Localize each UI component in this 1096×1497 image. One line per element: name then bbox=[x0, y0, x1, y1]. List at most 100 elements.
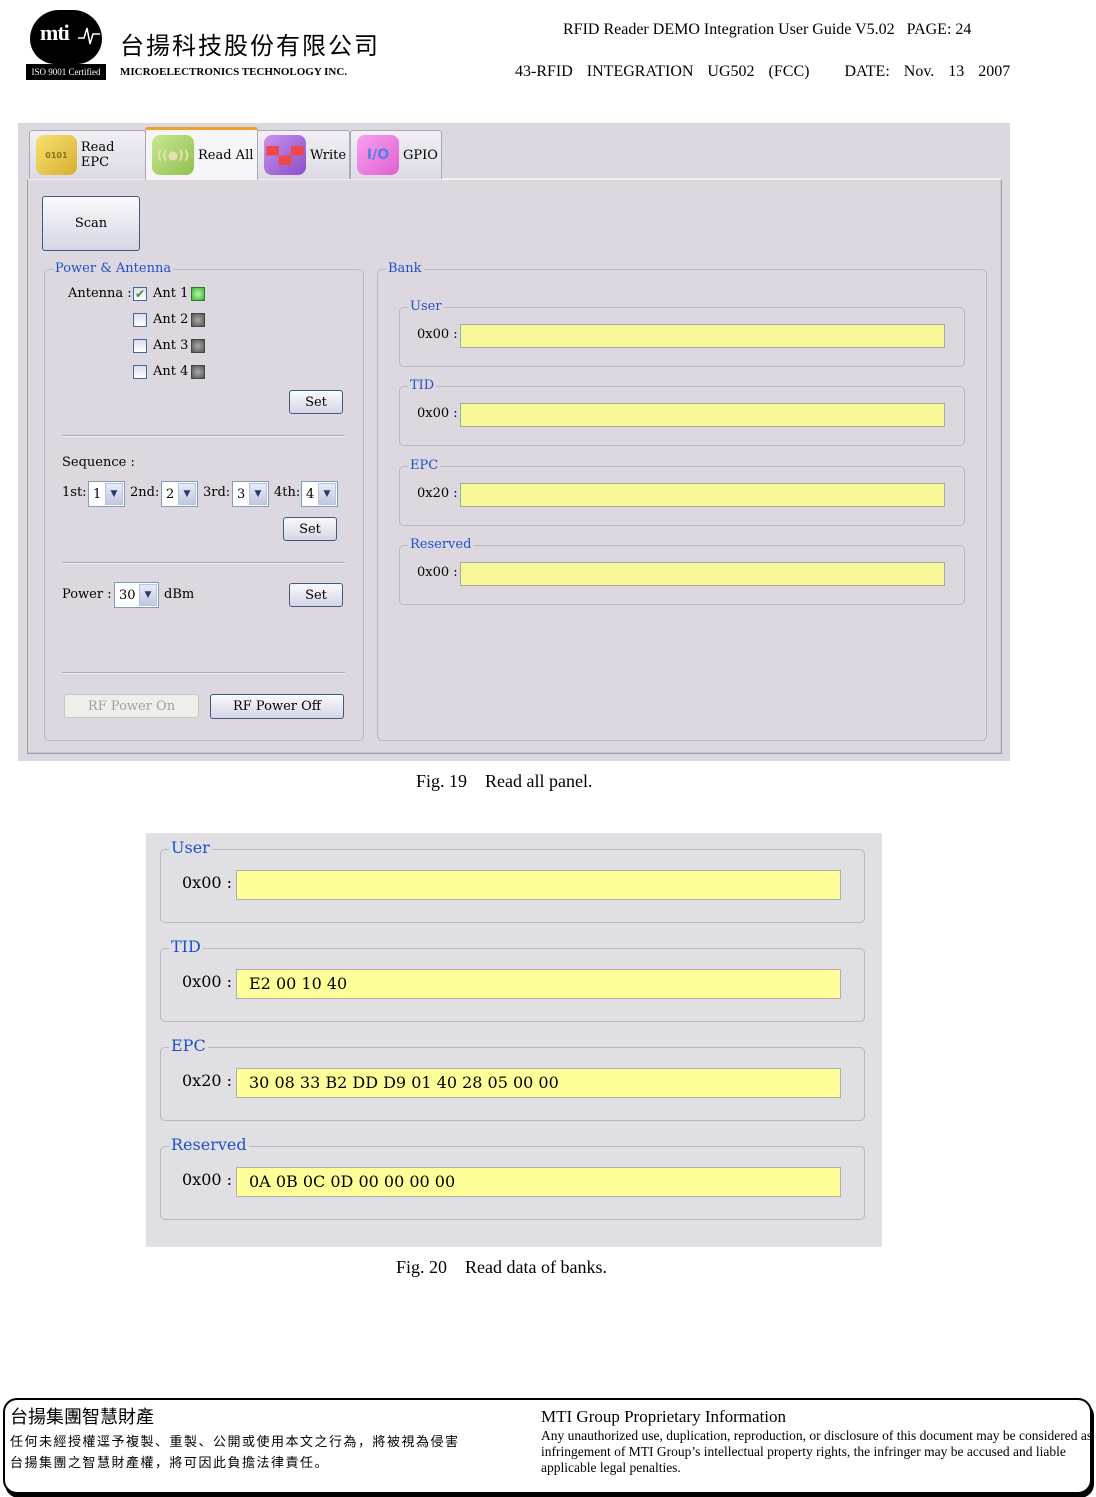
footer-cn-line1: 任何未經授權逕予複製、重製、公開或使用本文之行為，將被視為侵害 bbox=[10, 1435, 460, 1450]
antenna-label: Antenna : bbox=[68, 286, 132, 301]
seq-4th-label: 4th: bbox=[274, 485, 301, 500]
ant3-label: Ant 3 bbox=[153, 338, 189, 353]
company-name-cn: 台揚科技股份有限公司 bbox=[120, 32, 380, 60]
select-value: 4 bbox=[306, 486, 315, 502]
select-value: 30 bbox=[119, 587, 136, 603]
footer-cn-line2: 台揚集團之智慧財產權，將可因此負擔法律責任。 bbox=[10, 1456, 330, 1471]
tab-read-all[interactable]: ((●)) Read All bbox=[145, 127, 258, 180]
bank-tid-field[interactable] bbox=[460, 403, 945, 427]
divider bbox=[62, 435, 345, 437]
ant3-status-led-icon bbox=[191, 339, 205, 353]
bank-epc-addr: 0x20 : bbox=[182, 1071, 233, 1090]
bank-user-addr: 0x00 : bbox=[417, 327, 458, 342]
tab-label: GPIO bbox=[403, 147, 438, 163]
ant2-status-led-icon bbox=[191, 313, 205, 327]
divider bbox=[62, 562, 345, 564]
bank-epc-addr: 0x20 : bbox=[417, 486, 458, 501]
seq-1st-label: 1st: bbox=[62, 485, 87, 500]
sequence-set-button[interactable]: Set bbox=[283, 517, 337, 541]
seq-3rd-select[interactable]: 3 ▼ bbox=[232, 481, 269, 507]
footer-en-title: MTI Group Proprietary Information bbox=[541, 1407, 787, 1426]
bank-user-title: User bbox=[169, 838, 212, 857]
seq-4th-select[interactable]: 4 ▼ bbox=[301, 481, 338, 507]
write-device-icon: ▀▄▀ bbox=[264, 135, 306, 175]
bank-epc-title: EPC bbox=[169, 1036, 208, 1055]
chevron-down-icon[interactable]: ▼ bbox=[105, 483, 123, 505]
fig19-caption: Fig. 19 Read all panel. bbox=[416, 771, 593, 791]
ant1-status-led-icon bbox=[191, 287, 205, 301]
bank-reserved-title: Reserved bbox=[408, 537, 474, 552]
bank-title: Bank bbox=[386, 261, 424, 276]
power-select[interactable]: 30 ▼ bbox=[114, 582, 159, 608]
seq-3rd-label: 3rd: bbox=[203, 485, 231, 500]
chevron-down-icon[interactable]: ▼ bbox=[178, 483, 196, 505]
scan-button[interactable]: Scan bbox=[42, 196, 140, 251]
ant1-label: Ant 1 bbox=[153, 286, 189, 301]
bank-reserved-field[interactable] bbox=[460, 562, 945, 586]
bank-epc-title: EPC bbox=[408, 458, 441, 473]
select-value: 2 bbox=[166, 486, 175, 502]
bank-user-addr: 0x00 : bbox=[182, 873, 233, 892]
doc-code-line: 43-RFID INTEGRATION UG502 (FCC) DATE: No… bbox=[515, 63, 1010, 81]
bank-tid-title: TID bbox=[408, 378, 437, 393]
iso-badge: ISO 9001 Certified bbox=[26, 64, 106, 80]
doc-title: RFID Reader DEMO Integration User Guide … bbox=[563, 21, 895, 38]
rf-power-on-button[interactable]: RF Power On bbox=[64, 694, 199, 718]
company-name-en: MICROELECTRONICS TECHNOLOGY INC. bbox=[120, 66, 348, 78]
tab-label: Read All bbox=[198, 147, 254, 163]
bank-tid-addr: 0x00 : bbox=[417, 406, 458, 421]
bank-reserved-title: Reserved bbox=[169, 1135, 249, 1154]
bank-user-title: User bbox=[408, 299, 444, 314]
io-icon: I/O bbox=[357, 135, 399, 175]
tab-read-epc[interactable]: 0101 Read EPC bbox=[29, 130, 146, 179]
doc-code: 43-RFID INTEGRATION UG502 (FCC) bbox=[515, 63, 810, 80]
power-antenna-title: Power & Antenna bbox=[53, 261, 174, 276]
bank-tid-title: TID bbox=[169, 937, 203, 956]
tab-label: Read EPC bbox=[80, 140, 115, 170]
divider bbox=[62, 672, 345, 674]
bank-data-window: User 0x00 : TID 0x00 : E2 00 10 40 EPC 0… bbox=[146, 833, 882, 1247]
bank-user-field[interactable] bbox=[460, 324, 945, 348]
tab-write[interactable]: ▀▄▀ Write bbox=[257, 130, 350, 179]
doc-title-line: RFID Reader DEMO Integration User Guide … bbox=[563, 21, 971, 39]
select-value: 3 bbox=[237, 486, 246, 502]
page-number: PAGE: 24 bbox=[906, 21, 972, 38]
seq-2nd-select[interactable]: 2 ▼ bbox=[161, 481, 198, 507]
ant3-checkbox[interactable] bbox=[133, 339, 147, 353]
bank-tid-field[interactable]: E2 00 10 40 bbox=[236, 969, 841, 999]
bank-reserved-field[interactable]: 0A 0B 0C 0D 00 00 00 00 bbox=[236, 1167, 841, 1197]
chevron-down-icon[interactable]: ▼ bbox=[318, 483, 336, 505]
chevron-down-icon[interactable]: ▼ bbox=[249, 483, 267, 505]
doc-date: DATE: Nov. 13 2007 bbox=[844, 63, 1011, 80]
bank-user-field[interactable] bbox=[236, 870, 841, 900]
bank-epc-field[interactable] bbox=[460, 483, 945, 507]
power-label: Power : bbox=[62, 587, 112, 602]
antenna-signal-icon: ((●)) bbox=[152, 135, 194, 175]
select-value: 1 bbox=[93, 486, 102, 502]
power-set-button[interactable]: Set bbox=[289, 583, 343, 607]
rf-power-off-button[interactable]: RF Power Off bbox=[210, 694, 344, 719]
ant2-checkbox[interactable] bbox=[133, 313, 147, 327]
bank-tid-addr: 0x00 : bbox=[182, 972, 233, 991]
chevron-down-icon[interactable]: ▼ bbox=[139, 584, 157, 606]
power-unit: dBm bbox=[164, 587, 195, 602]
ant4-label: Ant 4 bbox=[153, 364, 189, 379]
tab-label: Write bbox=[310, 147, 347, 163]
logo-text: mti bbox=[40, 20, 70, 45]
ant4-status-led-icon bbox=[191, 365, 205, 379]
seq-1st-select[interactable]: 1 ▼ bbox=[88, 481, 125, 507]
bank-reserved-addr: 0x00 : bbox=[182, 1170, 233, 1189]
tab-gpio[interactable]: I/O GPIO bbox=[350, 130, 442, 179]
antenna-set-button[interactable]: Set bbox=[289, 390, 343, 414]
footer-en-body: Any unauthorized use, duplication, repro… bbox=[541, 1428, 1093, 1475]
ant4-checkbox[interactable] bbox=[133, 365, 147, 379]
binary-card-icon: 0101 bbox=[36, 135, 77, 175]
footer-cn-title: 台揚集團智慧財產 bbox=[10, 1407, 154, 1428]
fig20-caption: Fig. 20 Read data of banks. bbox=[396, 1257, 607, 1277]
ant2-label: Ant 2 bbox=[153, 312, 189, 327]
sequence-label: Sequence : bbox=[62, 455, 135, 470]
bank-reserved-addr: 0x00 : bbox=[417, 565, 458, 580]
ant1-checkbox[interactable]: ✔ bbox=[133, 287, 147, 301]
pulse-icon bbox=[78, 27, 100, 45]
bank-epc-field[interactable]: 30 08 33 B2 DD D9 01 40 28 05 00 00 bbox=[236, 1068, 841, 1098]
